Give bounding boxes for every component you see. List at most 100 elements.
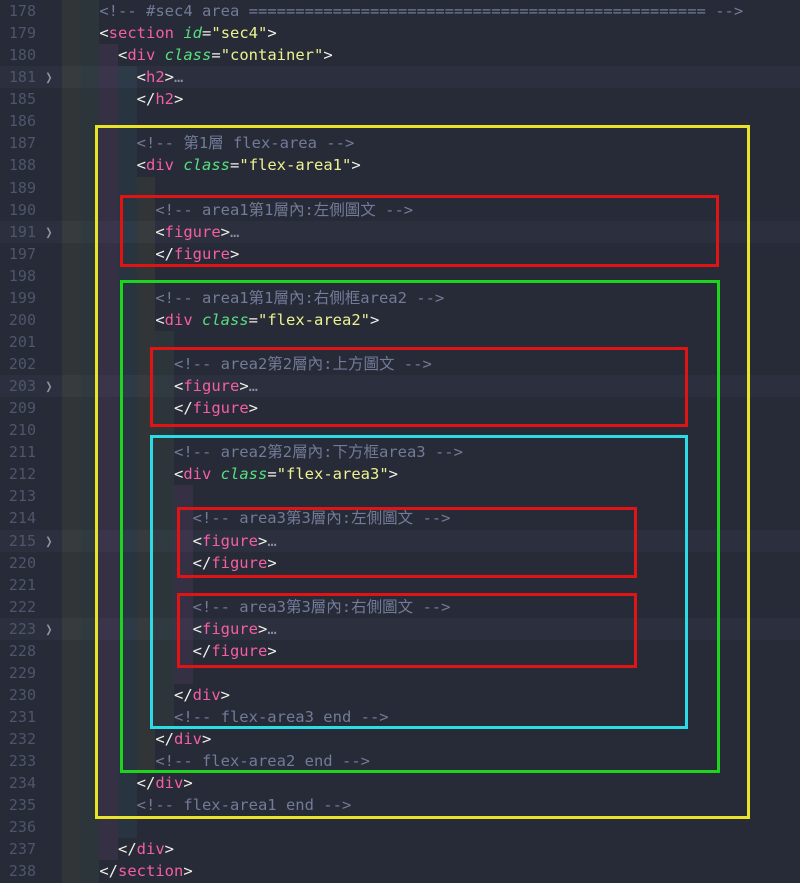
code-line-content[interactable]: </figure> <box>62 243 239 265</box>
code-line[interactable]: 231 <!-- flex-area3 end --> <box>0 706 800 728</box>
code-line[interactable]: 229 <box>0 662 800 684</box>
line-number[interactable]: 229 <box>0 662 36 684</box>
code-line-content[interactable]: <h2>… <box>62 66 183 88</box>
line-number[interactable]: 197 <box>0 243 36 265</box>
code-line-content[interactable]: <!-- 第1層 flex-area --> <box>62 132 354 154</box>
code-line[interactable]: 202 <!-- area2第2層內:上方圖文 --> <box>0 353 800 375</box>
line-number[interactable]: 187 <box>0 132 36 154</box>
code-line[interactable]: 211 <!-- area2第2層內:下方框area3 --> <box>0 441 800 463</box>
code-line[interactable]: 236 <box>0 816 800 838</box>
line-number[interactable]: 233 <box>0 750 36 772</box>
line-number[interactable]: 209 <box>0 397 36 419</box>
code-line[interactable]: 201 <box>0 331 800 353</box>
line-number[interactable]: 237 <box>0 838 36 860</box>
code-line[interactable]: 221 <box>0 574 800 596</box>
code-line[interactable]: 198 <box>0 265 800 287</box>
line-number[interactable]: 212 <box>0 463 36 485</box>
code-line[interactable]: 223❯ <figure>… <box>0 618 800 640</box>
code-line-content[interactable]: </figure> <box>62 640 277 662</box>
line-number[interactable]: 220 <box>0 552 36 574</box>
code-line-content[interactable]: <figure>… <box>62 221 239 243</box>
code-line-content[interactable]: </figure> <box>62 552 277 574</box>
line-number[interactable]: 185 <box>0 88 36 110</box>
code-line-content[interactable]: <div class="flex-area1"> <box>62 154 361 176</box>
code-line[interactable]: 199 <!-- area1第1層內:右側框area2 --> <box>0 287 800 309</box>
line-number[interactable]: 211 <box>0 441 36 463</box>
code-line-content[interactable]: </div> <box>62 838 174 860</box>
code-line[interactable]: 212 <div class="flex-area3"> <box>0 463 800 485</box>
code-line-content[interactable]: <!-- area1第1層內:左側圖文 --> <box>62 199 413 221</box>
code-line-content[interactable]: <div class="flex-area3"> <box>62 463 398 485</box>
code-line[interactable]: 214 <!-- area3第3層內:左側圖文 --> <box>0 507 800 529</box>
code-line-content[interactable]: <!-- flex-area3 end --> <box>62 706 389 728</box>
line-number[interactable]: 238 <box>0 860 36 882</box>
line-number[interactable]: 180 <box>0 44 36 66</box>
code-line-content[interactable]: <!-- flex-area2 end --> <box>62 750 370 772</box>
fold-chevron-icon[interactable]: ❯ <box>36 527 62 555</box>
line-number[interactable]: 190 <box>0 199 36 221</box>
line-number[interactable]: 230 <box>0 684 36 706</box>
fold-chevron-icon[interactable]: ❯ <box>36 615 62 643</box>
code-line-content[interactable]: <div class="container"> <box>62 44 333 66</box>
line-number[interactable]: 203 <box>0 375 36 397</box>
code-line[interactable]: 181❯ <h2>… <box>0 66 800 88</box>
line-number[interactable]: 201 <box>0 331 36 353</box>
code-line-content[interactable]: <figure>… <box>62 375 258 397</box>
code-line[interactable]: 200 <div class="flex-area2"> <box>0 309 800 331</box>
line-number[interactable]: 228 <box>0 640 36 662</box>
line-number[interactable]: 213 <box>0 485 36 507</box>
code-line[interactable]: 213 <box>0 485 800 507</box>
code-line[interactable]: 230 </div> <box>0 684 800 706</box>
code-line[interactable]: 232 </div> <box>0 728 800 750</box>
code-line[interactable]: 228 </figure> <box>0 640 800 662</box>
code-line[interactable]: 220 </figure> <box>0 552 800 574</box>
line-number[interactable]: 200 <box>0 309 36 331</box>
code-line-content[interactable]: <!-- area2第2層內:上方圖文 --> <box>62 353 432 375</box>
code-line[interactable]: 235 <!-- flex-area1 end --> <box>0 794 800 816</box>
line-number[interactable]: 222 <box>0 596 36 618</box>
code-line-content[interactable]: <section id="sec4"> <box>62 22 277 44</box>
code-line[interactable]: 187 <!-- 第1層 flex-area --> <box>0 132 800 154</box>
code-line[interactable]: 197 </figure> <box>0 243 800 265</box>
code-line[interactable]: 188 <div class="flex-area1"> <box>0 154 800 176</box>
line-number[interactable]: 186 <box>0 110 36 132</box>
line-number[interactable]: 235 <box>0 794 36 816</box>
line-number[interactable]: 223 <box>0 618 36 640</box>
line-number[interactable]: 214 <box>0 507 36 529</box>
line-number[interactable]: 199 <box>0 287 36 309</box>
code-line[interactable]: 185 </h2> <box>0 88 800 110</box>
code-line-content[interactable]: <div class="flex-area2"> <box>62 309 379 331</box>
line-number[interactable]: 178 <box>0 0 36 22</box>
line-number[interactable]: 231 <box>0 706 36 728</box>
code-line-content[interactable]: <figure>… <box>62 530 277 552</box>
code-line[interactable]: 203❯ <figure>… <box>0 375 800 397</box>
line-number[interactable]: 202 <box>0 353 36 375</box>
code-line-content[interactable]: </section> <box>62 860 193 882</box>
code-line[interactable]: 179 <section id="sec4"> <box>0 22 800 44</box>
code-line[interactable]: 222 <!-- area3第3層內:右側圖文 --> <box>0 596 800 618</box>
line-number[interactable]: 188 <box>0 154 36 176</box>
line-number[interactable]: 210 <box>0 419 36 441</box>
code-line[interactable]: 189 <box>0 177 800 199</box>
code-line-content[interactable]: </div> <box>62 684 230 706</box>
code-line-content[interactable]: <!-- area2第2層內:下方框area3 --> <box>62 441 463 463</box>
code-line[interactable]: 180 <div class="container"> <box>0 44 800 66</box>
line-number[interactable]: 189 <box>0 177 36 199</box>
code-line[interactable]: 234 </div> <box>0 772 800 794</box>
line-number[interactable]: 234 <box>0 772 36 794</box>
code-line[interactable]: 178 <!-- #sec4 area ====================… <box>0 0 800 22</box>
code-line[interactable]: 238 </section> <box>0 860 800 882</box>
fold-chevron-icon[interactable]: ❯ <box>36 63 62 91</box>
line-number[interactable]: 191 <box>0 221 36 243</box>
code-line-content[interactable]: <!-- flex-area1 end --> <box>62 794 351 816</box>
line-number[interactable]: 232 <box>0 728 36 750</box>
code-line[interactable]: 191❯ <figure>… <box>0 221 800 243</box>
code-line[interactable]: 210 <box>0 419 800 441</box>
fold-chevron-icon[interactable]: ❯ <box>36 218 62 246</box>
code-line-content[interactable]: </div> <box>62 772 193 794</box>
code-line[interactable]: 209 </figure> <box>0 397 800 419</box>
line-number[interactable]: 236 <box>0 816 36 838</box>
code-line-content[interactable]: <!-- area1第1層內:右側框area2 --> <box>62 287 444 309</box>
code-line[interactable]: 190 <!-- area1第1層內:左側圖文 --> <box>0 199 800 221</box>
line-number[interactable]: 215 <box>0 530 36 552</box>
